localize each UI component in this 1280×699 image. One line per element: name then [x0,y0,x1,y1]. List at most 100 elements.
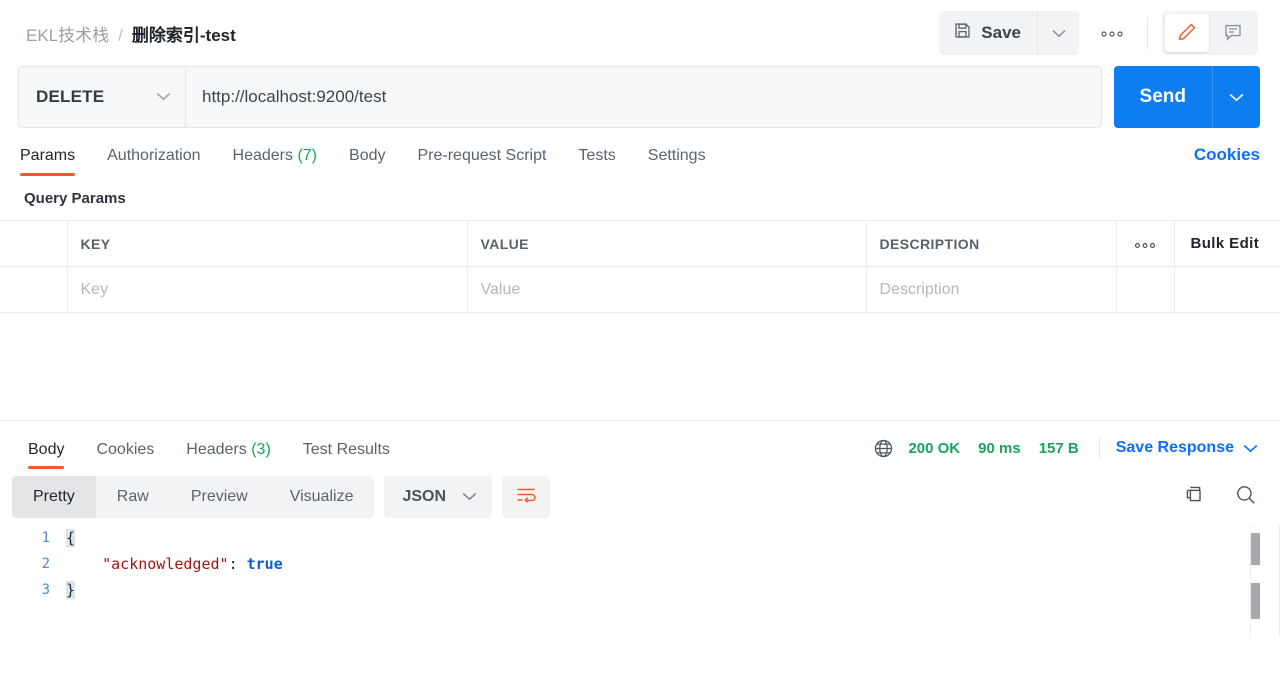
save-response-caret-icon[interactable] [1243,444,1258,453]
view-toggle-group [1162,11,1258,55]
response-body-toolbar: Pretty Raw Preview Visualize JSON [0,469,1280,525]
code-scrollbar[interactable] [1250,525,1260,637]
request-url-input[interactable]: http://localhost:9200/test [186,66,1102,128]
code-line: 3 } [0,577,1280,603]
tab-params-label: Params [20,147,76,164]
row-actions-cell [1116,266,1175,313]
view-mode-visualize[interactable]: Visualize [269,476,375,518]
row-checkbox-cell[interactable] [0,266,68,313]
response-time: 90 ms [978,439,1021,457]
breadcrumb-collection[interactable]: EKL技术栈 [26,21,109,46]
bulk-edit-button[interactable]: Bulk Edit [1191,235,1260,252]
response-tab-headers-count: (3) [251,441,271,458]
code-token-colon: : [228,555,247,573]
tab-headers[interactable]: Headers (7) [233,147,318,176]
response-toolbar-actions [1184,483,1258,512]
cookies-link[interactable]: Cookies [1194,145,1260,176]
code-token-key: "acknowledged" [102,555,229,573]
view-mode-pretty[interactable]: Pretty [12,476,96,518]
floppy-disk-icon [953,21,972,45]
request-url-row: DELETE http://localhost:9200/test Send [0,66,1280,128]
tab-headers-count: (7) [297,147,318,164]
table-row: Key Value Description [0,266,1280,313]
tab-params[interactable]: Params [20,147,76,176]
response-tab-cookies[interactable]: Cookies [96,441,154,469]
row-value-input[interactable]: Value [467,266,867,313]
breadcrumb: EKL技术栈 / 删除索引-test [26,21,236,46]
save-options-button[interactable] [1037,11,1079,55]
tab-tests[interactable]: Tests [578,147,615,176]
http-method-label: DELETE [36,87,105,106]
line-number: 2 [41,556,50,572]
query-params-table: KEY VALUE DESCRIPTION Bulk Edit Key Valu… [0,220,1280,313]
view-mode-raw[interactable]: Raw [96,476,170,518]
tab-pre-request-script[interactable]: Pre-request Script [417,147,546,176]
row-value-placeholder: Value [480,280,521,298]
search-icon [1234,483,1258,512]
tab-body-label: Body [349,147,386,164]
response-tab-cookies-label: Cookies [96,441,155,458]
row-key-input[interactable]: Key [67,266,468,313]
response-body-code[interactable]: 1 { 2 "acknowledged": true 3 } [0,525,1280,637]
tab-settings[interactable]: Settings [648,147,706,176]
code-token-value: true [246,555,283,573]
chevron-down-icon [1051,26,1066,41]
response-format-select[interactable]: JSON [384,476,493,518]
code-scrollbar-thumb-secondary[interactable] [1251,583,1260,619]
tab-body[interactable]: Body [349,147,385,176]
code-line: 1 { [0,525,1280,551]
tab-authorization[interactable]: Authorization [107,147,200,176]
header-actions: Save [939,11,1258,55]
request-tabs: Params Authorization Headers (7) Body Pr… [0,128,1280,176]
response-tab-headers[interactable]: Headers (3) [186,441,271,469]
response-view-mode-group: Pretty Raw Preview Visualize [12,476,375,518]
response-tab-test-results-label: Test Results [302,441,390,458]
response-status: 200 OK [908,439,961,457]
send-button-group: Send [1113,66,1260,128]
response-format-label: JSON [402,488,447,505]
line-number: 1 [41,530,50,546]
comment-icon [1223,22,1243,45]
response-size: 157 B [1038,439,1079,457]
edit-mode-button[interactable] [1165,14,1209,52]
more-actions-button[interactable] [1085,11,1139,55]
comments-button[interactable] [1211,14,1255,52]
ellipsis-icon [1100,26,1124,41]
tab-settings-label: Settings [647,147,706,164]
row-description-input[interactable]: Description [866,266,1117,313]
row-bulk-cell [1174,266,1280,313]
chevron-down-icon [156,88,171,106]
word-wrap-button[interactable] [502,476,551,518]
response-tab-headers-label: Headers [186,441,247,458]
tab-pre-request-script-label: Pre-request Script [417,147,547,164]
pencil-icon [1177,22,1197,45]
row-description-placeholder: Description [879,280,960,298]
bulk-edit-cell: Bulk Edit [1174,220,1280,267]
header-divider [1147,17,1148,49]
http-method-select[interactable]: DELETE [18,66,186,128]
view-mode-preview[interactable]: Preview [170,476,269,518]
tab-authorization-label: Authorization [107,147,201,164]
word-wrap-icon [515,485,537,510]
response-tab-body-label: Body [28,441,65,458]
line-number: 3 [41,582,50,598]
response-tab-body[interactable]: Body [28,441,65,469]
row-key-placeholder: Key [80,280,109,298]
ellipsis-icon [1134,236,1156,252]
save-button[interactable]: Save [939,11,1037,55]
breadcrumb-request-name[interactable]: 删除索引-test [132,21,236,46]
response-tab-test-results[interactable]: Test Results [303,441,390,469]
save-response-button[interactable]: Save Response [1116,439,1234,457]
chevron-down-icon [1229,90,1244,105]
send-options-button[interactable] [1212,66,1260,128]
send-button[interactable]: Send [1113,66,1212,128]
query-params-title: Query Params [24,190,126,207]
app-header: EKL技术栈 / 删除索引-test Save [0,0,1280,66]
search-button[interactable] [1234,483,1258,512]
params-more-button[interactable] [1116,220,1175,267]
header-key: KEY [67,220,468,267]
header-select-all-cell [0,220,68,267]
copy-button[interactable] [1184,484,1206,511]
save-button-group: Save [939,11,1079,55]
code-scrollbar-thumb[interactable] [1251,533,1260,565]
